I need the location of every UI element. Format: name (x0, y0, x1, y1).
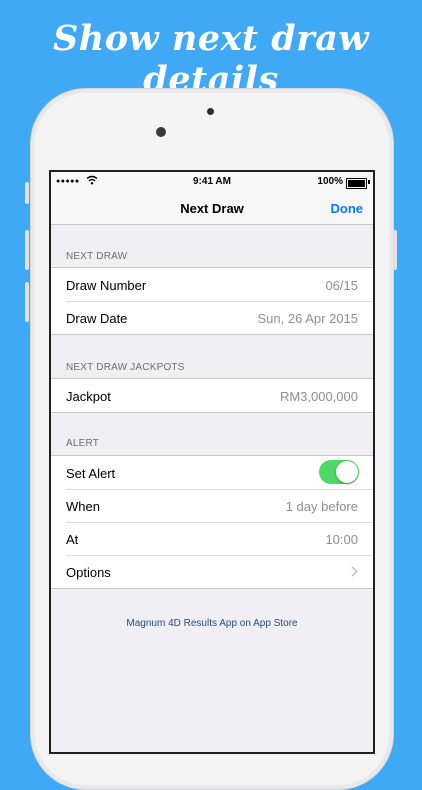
draw-date-row: Draw Date Sun, 26 Apr 2015 (51, 301, 373, 334)
phone-camera (156, 127, 166, 137)
when-row[interactable]: When 1 day before (51, 489, 373, 522)
set-alert-toggle[interactable] (319, 460, 359, 484)
navigation-bar: Next Draw Done (51, 192, 373, 225)
draw-date-label: Draw Date (66, 311, 128, 326)
battery-icon (346, 178, 367, 189)
next-draw-group: Draw Number 06/15 Draw Date Sun, 26 Apr … (51, 267, 373, 335)
set-alert-row: Set Alert (51, 456, 373, 489)
phone-screen: ●●●●● 9:41 AM 100% Next Draw Done NEXT D… (49, 170, 375, 754)
battery-tip (368, 180, 370, 184)
at-row[interactable]: At 10:00 (51, 522, 373, 555)
draw-date-value: Sun, 26 Apr 2015 (257, 311, 358, 326)
battery-percentage: 100% (317, 176, 343, 187)
draw-number-value: 06/15 (325, 278, 358, 293)
status-bar: ●●●●● 9:41 AM 100% (51, 172, 373, 192)
section-header-next-draw: NEXT DRAW (66, 251, 128, 262)
at-value: 10:00 (325, 532, 358, 547)
options-label: Options (66, 565, 111, 580)
phone-side-button-left-top (25, 182, 29, 204)
section-header-jackpots: NEXT DRAW JACKPOTS (66, 362, 185, 373)
options-row[interactable]: Options (51, 555, 373, 588)
phone-side-button-left-mid (25, 230, 29, 270)
draw-number-row: Draw Number 06/15 (51, 268, 373, 301)
section-header-alert: ALERT (66, 438, 100, 449)
jackpot-value: RM3,000,000 (279, 389, 358, 404)
nav-title: Next Draw (180, 201, 244, 216)
draw-number-label: Draw Number (66, 278, 147, 293)
jackpots-group: Jackpot RM3,000,000 (51, 378, 373, 413)
when-label: When (66, 499, 100, 514)
done-button[interactable]: Done (331, 201, 364, 216)
alert-group: Set Alert When 1 day before At 10:00 Opt… (51, 455, 373, 589)
jackpot-label: Jackpot (66, 389, 111, 404)
chevron-right-icon (351, 566, 358, 577)
phone-speaker (207, 108, 214, 115)
toggle-knob (336, 461, 358, 483)
phone-side-button-right (393, 230, 397, 270)
phone-side-button-left-low (25, 282, 29, 322)
jackpot-row: Jackpot RM3,000,000 (51, 379, 373, 412)
when-value: 1 day before (285, 499, 358, 514)
set-alert-label: Set Alert (66, 466, 116, 481)
at-label: At (66, 532, 79, 547)
app-store-link[interactable]: Magnum 4D Results App on App Store (51, 618, 373, 629)
